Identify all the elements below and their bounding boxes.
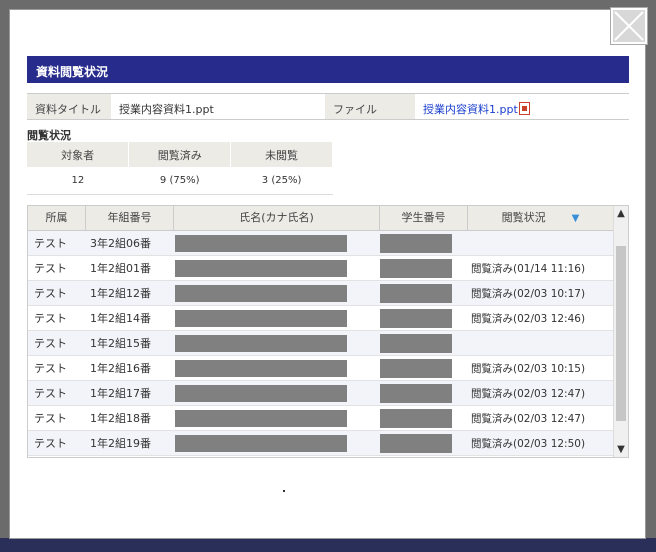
- row-name-redacted: [174, 409, 380, 427]
- table-row[interactable]: テスト 1年2組19番 閲覧済み(02/03 12:50): [28, 431, 614, 456]
- student-rows: テスト 3年2組06番 テスト 1年2組01番 閲覧済み(01/14 11:16…: [28, 231, 614, 456]
- row-status: 閲覧済み(02/03 10:15): [471, 362, 586, 375]
- table-row[interactable]: テスト 3年2組06番: [28, 231, 614, 256]
- row-name-redacted: [174, 234, 380, 252]
- student-list-header: 所属 年組番号 氏名(カナ氏名) 学生番号 閲覧状況 ▼: [28, 206, 628, 231]
- row-class-number: 1年2組01番: [90, 262, 151, 275]
- loading-dot: [283, 490, 285, 492]
- table-row[interactable]: テスト 1年2組17番 閲覧済み(02/03 12:47): [28, 381, 614, 406]
- material-title-value: 授業内容資料1.ppt: [119, 103, 214, 116]
- row-status: 閲覧済み(02/03 12:46): [471, 312, 586, 325]
- row-student-id-redacted: [380, 233, 468, 253]
- row-status: 閲覧済み(02/03 12:50): [471, 437, 586, 450]
- row-status: 閲覧済み(02/03 10:17): [471, 287, 586, 300]
- row-class-number: 1年2組19番: [90, 437, 151, 450]
- stats-viewed-count: 9 (75%): [128, 167, 231, 195]
- table-row[interactable]: テスト 1年2組16番 閲覧済み(02/03 10:15): [28, 356, 614, 381]
- table-row[interactable]: テスト 1年2組18番 閲覧済み(02/03 12:47): [28, 406, 614, 431]
- row-name-redacted: [174, 334, 380, 352]
- col-viewing-status-label: 閲覧状況: [501, 211, 546, 224]
- row-student-id-redacted: [380, 333, 468, 353]
- modal-header: 資料閲覧状況: [27, 56, 629, 83]
- row-name-redacted: [174, 434, 380, 452]
- material-info-table: 資料タイトル 授業内容資料1.ppt ファイル 授業内容資料1.ppt: [27, 93, 629, 120]
- row-name-redacted: [174, 284, 380, 302]
- row-status: 閲覧済み(02/03 12:47): [471, 412, 586, 425]
- close-icon: [614, 11, 644, 41]
- stats-not-viewed-count: 3 (25%): [230, 167, 333, 195]
- stats-header-viewed: 閲覧済み: [128, 142, 232, 167]
- row-class-number: 1年2組12番: [90, 287, 151, 300]
- table-row[interactable]: テスト 1年2組14番 閲覧済み(02/03 12:46): [28, 306, 614, 331]
- sort-down-icon[interactable]: ▼: [572, 213, 580, 224]
- stats-header-not-viewed: 未閲覧: [230, 142, 333, 167]
- row-class-number: 1年2組15番: [90, 337, 151, 350]
- list-scrollbar[interactable]: ▲ ▼: [613, 206, 628, 457]
- row-affiliation: テスト: [34, 262, 67, 275]
- row-status: 閲覧済み(02/03 12:47): [471, 387, 586, 400]
- col-student-id[interactable]: 学生番号: [380, 206, 468, 230]
- col-viewing-status[interactable]: 閲覧状況 ▼: [468, 206, 614, 230]
- page-footer-backdrop: [0, 538, 656, 552]
- table-row[interactable]: テスト 1年2組12番 閲覧済み(02/03 10:17): [28, 281, 614, 306]
- row-name-redacted: [174, 359, 380, 377]
- row-affiliation: テスト: [34, 237, 67, 250]
- scrollbar-thumb[interactable]: [616, 246, 626, 421]
- row-affiliation: テスト: [34, 362, 67, 375]
- student-list: 所属 年組番号 氏名(カナ氏名) 学生番号 閲覧状況 ▼ テスト 3年2組06番 …: [27, 205, 629, 458]
- row-student-id-redacted: [380, 358, 468, 378]
- file-cell: 授業内容資料1.ppt: [415, 94, 629, 119]
- close-button[interactable]: [610, 7, 648, 45]
- file-download-link[interactable]: 授業内容資料1.ppt: [423, 103, 518, 116]
- row-student-id-redacted: [380, 283, 468, 303]
- row-name-redacted: [174, 259, 380, 277]
- row-affiliation: テスト: [34, 387, 67, 400]
- chevron-up-icon[interactable]: ▲: [614, 206, 628, 221]
- row-affiliation: テスト: [34, 337, 67, 350]
- row-student-id-redacted: [380, 383, 468, 403]
- row-class-number: 3年2組06番: [90, 237, 151, 250]
- row-student-id-redacted: [380, 408, 468, 428]
- col-affiliation[interactable]: 所属: [28, 206, 86, 230]
- row-student-id-redacted: [380, 308, 468, 328]
- row-class-number: 1年2組14番: [90, 312, 151, 325]
- row-class-number: 1年2組16番: [90, 362, 151, 375]
- row-class-number: 1年2組17番: [90, 387, 151, 400]
- pdf-icon[interactable]: [518, 102, 530, 115]
- col-class-number[interactable]: 年組番号: [86, 206, 174, 230]
- viewing-summary-table: 対象者 閲覧済み 未閲覧 12 9 (75%) 3 (25%): [27, 142, 333, 195]
- row-status: 閲覧済み(01/14 11:16): [471, 262, 586, 275]
- row-student-id-redacted: [380, 258, 468, 278]
- row-affiliation: テスト: [34, 412, 67, 425]
- stats-header-targets: 対象者: [27, 142, 130, 167]
- row-affiliation: テスト: [34, 287, 67, 300]
- row-affiliation: テスト: [34, 437, 67, 450]
- row-name-redacted: [174, 309, 380, 327]
- chevron-down-icon[interactable]: ▼: [614, 442, 628, 457]
- row-affiliation: テスト: [34, 312, 67, 325]
- material-title-label: 資料タイトル: [27, 94, 111, 119]
- viewing-status-section-title: 閲覧状況: [27, 129, 71, 142]
- table-row[interactable]: テスト 1年2組01番 閲覧済み(01/14 11:16): [28, 256, 614, 281]
- viewing-status-modal: 資料閲覧状況 資料タイトル 授業内容資料1.ppt ファイル 授業内容資料1.p…: [9, 9, 646, 539]
- row-class-number: 1年2組18番: [90, 412, 151, 425]
- row-name-redacted: [174, 384, 380, 402]
- file-label: ファイル: [325, 94, 415, 119]
- col-name[interactable]: 氏名(カナ氏名): [174, 206, 380, 230]
- stats-targets-count: 12: [27, 167, 129, 195]
- row-student-id-redacted: [380, 433, 468, 453]
- table-row[interactable]: テスト 1年2組15番: [28, 331, 614, 356]
